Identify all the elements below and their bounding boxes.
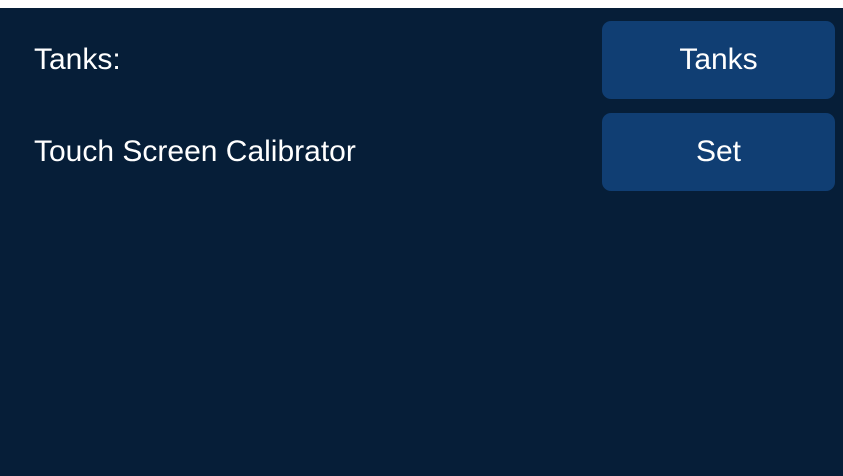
- touch-calibrator-set-button[interactable]: Set: [602, 113, 835, 191]
- touch-calibrator-label: Touch Screen Calibrator: [34, 135, 356, 168]
- settings-screen: Tanks: Tanks Touch Screen Calibrator Set: [0, 8, 843, 476]
- touch-calibrator-row: Touch Screen Calibrator Set: [0, 113, 843, 191]
- tanks-label: Tanks:: [34, 43, 121, 76]
- tanks-row: Tanks: Tanks: [0, 21, 843, 99]
- tanks-button[interactable]: Tanks: [602, 21, 835, 99]
